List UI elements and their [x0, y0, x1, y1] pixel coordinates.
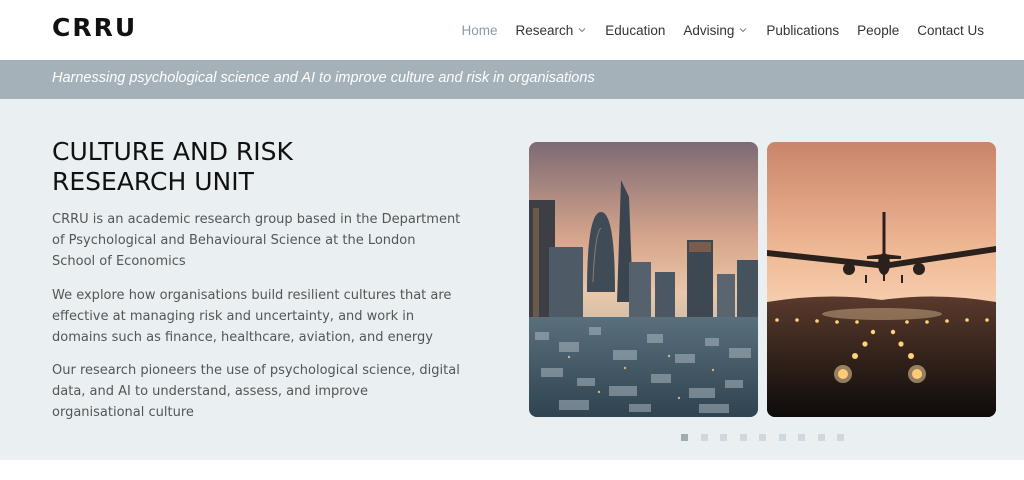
carousel-dot[interactable] [798, 434, 805, 441]
carousel-dot[interactable] [759, 434, 766, 441]
nav-people[interactable]: People [857, 23, 899, 38]
carousel-dot[interactable] [739, 434, 747, 441]
nav-home-label: Home [461, 22, 498, 38]
image-carousel[interactable] [529, 142, 997, 417]
nav-people-label: People [857, 22, 900, 38]
nav-research[interactable]: Research [516, 23, 588, 38]
chevron-down-icon [577, 25, 587, 35]
hero-title: CULTURE AND RISK RESEARCH UNIT [52, 137, 472, 197]
main-nav: Home Research Education Advising Publica… [444, 20, 985, 40]
nav-contact-us-label: Contact Us [917, 22, 984, 38]
hero-paragraph-intro: CRRU is an academic research group based… [52, 212, 461, 269]
nav-contact-us[interactable]: Contact Us [917, 23, 984, 38]
nav-publications-label: Publications [766, 22, 840, 38]
hero-paragraph-explore: We explore how organisations build resil… [52, 288, 452, 345]
nav-publications[interactable]: Publications [766, 23, 839, 38]
nav-advising[interactable]: Advising [683, 23, 748, 38]
hero-title-line1: CULTURE AND RISK [52, 137, 293, 166]
site-header: CRRU Home Research Education Advising Pu… [0, 0, 1024, 60]
nav-research-label: Research [515, 22, 574, 38]
airplane-landing-runway-image[interactable] [767, 142, 996, 417]
carousel-dot[interactable] [837, 434, 844, 441]
site-logo[interactable]: CRRU [52, 13, 137, 42]
carousel-dot[interactable] [817, 434, 825, 441]
carousel-dot[interactable] [681, 434, 688, 441]
nav-advising-label: Advising [683, 22, 735, 38]
nav-education-label: Education [605, 22, 666, 38]
chevron-down-icon [738, 25, 748, 35]
hero-paragraph-research: Our research pioneers the use of psychol… [52, 363, 460, 420]
nav-home[interactable]: Home [462, 23, 498, 38]
carousel-dot[interactable] [778, 434, 786, 441]
hero-title-line2: RESEARCH UNIT [52, 167, 254, 196]
carousel-dot[interactable] [700, 434, 708, 441]
london-city-skyline-image[interactable] [529, 142, 758, 417]
tagline-bar: Harnessing psychological science and AI … [0, 60, 1024, 99]
nav-education[interactable]: Education [605, 23, 665, 38]
carousel-pagination [681, 434, 857, 441]
carousel-dot[interactable] [720, 434, 727, 441]
hero-section: CULTURE AND RISK RESEARCH UNIT CRRU is a… [0, 99, 1024, 460]
tagline-text: Harnessing psychological science and AI … [52, 70, 595, 86]
